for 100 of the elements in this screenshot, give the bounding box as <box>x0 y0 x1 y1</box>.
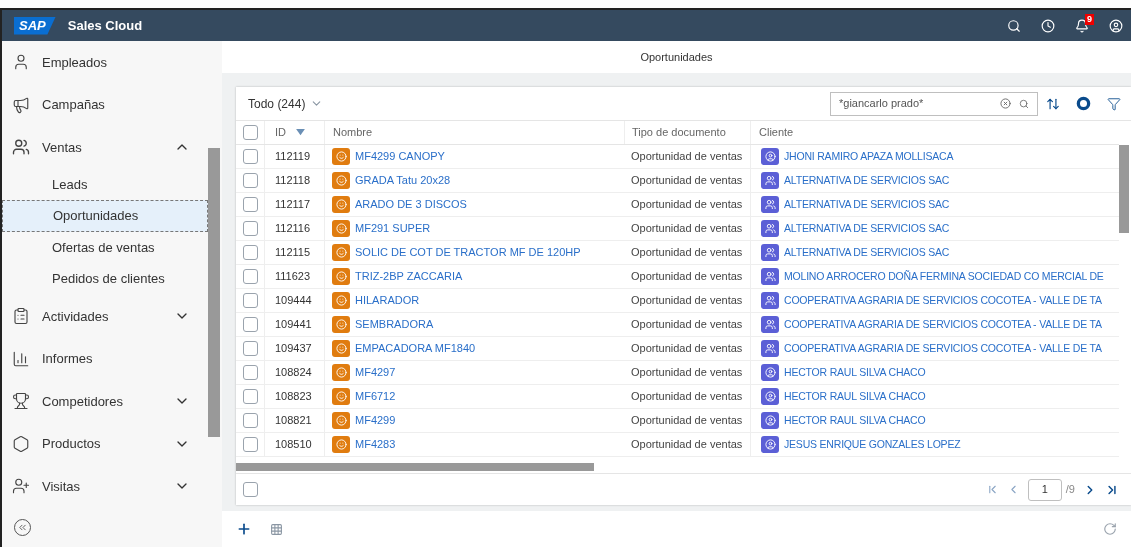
logo: SAP <box>14 16 56 35</box>
link[interactable]: MOLINO ARROCERO DOÑA FERMINA SOCIEDAD CO MERCIAL DE <box>784 268 1104 285</box>
table-row[interactable]: 111623 TRIZ-2BP ZACCARIA Oportunidad de ventas MOLINO ARROCERO DOÑA FERMINA SOCIEDAD CO MERCIAL DE <box>236 265 1119 289</box>
nav-subitem[interactable]: Oportunidades <box>2 200 208 232</box>
nav-item[interactable]: Ventas <box>2 126 208 169</box>
link[interactable]: EMPACADORA MF1840 <box>355 340 476 357</box>
table-row[interactable]: 112119 MF4299 CANOPY Oportunidad de ventas JHONI RAMIRO APAZA MOLLISACA <box>236 145 1119 169</box>
link[interactable]: COOPERATIVA AGRARIA DE SERVICIOS COCOTEA - VALLE DE TA <box>784 316 1102 333</box>
link[interactable]: MF6712 <box>355 388 396 405</box>
opportunity-icon <box>332 436 350 453</box>
link[interactable]: COOPERATIVA AGRARIA DE SERVICIOS COCOTEA - VALLE DE TA <box>784 292 1102 309</box>
checkbox[interactable] <box>242 341 258 356</box>
table-row[interactable]: 108824 MF4297 Oportunidad de ventas HECTOR RAUL SILVA CHACO <box>236 361 1119 385</box>
add-icon[interactable] <box>236 521 252 537</box>
table-row[interactable]: 112118 GRADA Tatu 20x28 Oportunidad de ventas ALTERNATIVA DE SERVICIOS SAC <box>236 169 1119 193</box>
table-row[interactable]: 112117 ARADO DE 3 DISCOS Oportunidad de ventas ALTERNATIVA DE SERVICIOS SAC <box>236 193 1119 217</box>
nav-item[interactable]: Actividades <box>2 295 208 338</box>
view-selector[interactable]: Todo (244) <box>248 94 324 113</box>
horizontal-scrollbar[interactable] <box>236 463 594 471</box>
checkbox[interactable] <box>242 293 258 308</box>
checkbox[interactable] <box>242 197 258 212</box>
filter-icon[interactable] <box>1107 96 1121 111</box>
user-icon[interactable] <box>1109 18 1123 33</box>
link[interactable]: SOLIC DE COT DE TRACTOR MF DE 120HP <box>355 244 581 261</box>
person-icon <box>761 148 779 165</box>
checkbox[interactable] <box>242 413 258 428</box>
nav-item[interactable]: Campañas <box>2 83 208 126</box>
sort-down-icon[interactable] <box>296 129 305 136</box>
nav-subitem[interactable]: Ofertas de ventas <box>2 231 208 264</box>
clipboard-icon <box>12 307 30 326</box>
link[interactable]: MF4299 <box>355 412 396 429</box>
checkbox[interactable] <box>242 173 258 188</box>
link[interactable]: ALTERNATIVA DE SERVICIOS SAC <box>784 220 950 237</box>
link[interactable]: JHONI RAMIRO APAZA MOLLISACA <box>784 148 954 165</box>
table-cell-text: Oportunidad de ventas <box>631 413 743 429</box>
link[interactable]: HILARADOR <box>355 292 420 309</box>
checkbox[interactable] <box>243 482 258 497</box>
checkbox[interactable] <box>242 269 258 284</box>
link[interactable]: JESUS ENRIQUE GONZALES LOPEZ <box>784 436 961 453</box>
link[interactable]: TRIZ-2BP ZACCARIA <box>355 268 463 285</box>
scrollbar[interactable] <box>208 148 220 437</box>
scrollbar[interactable] <box>1119 145 1129 233</box>
checkbox[interactable] <box>242 149 258 164</box>
link[interactable]: GRADA Tatu 20x28 <box>355 172 451 189</box>
table-row[interactable]: 108823 MF6712 Oportunidad de ventas HECTOR RAUL SILVA CHACO <box>236 385 1119 409</box>
column-header[interactable]: Tipo de documento <box>632 124 726 141</box>
search-field[interactable]: *giancarlo prado* <box>830 91 1038 116</box>
link[interactable]: MF4297 <box>355 364 396 381</box>
table-row[interactable]: 112116 MF291 SUPER Oportunidad de ventas ALTERNATIVA DE SERVICIOS SAC <box>236 217 1119 241</box>
search-icon[interactable] <box>1019 98 1029 109</box>
table-row[interactable]: 109444 HILARADOR Oportunidad de ventas COOPERATIVA AGRARIA DE SERVICIOS COCOTEA - VALLE DE TA <box>236 289 1119 313</box>
table-row[interactable]: 112115 SOLIC DE COT DE TRACTOR MF DE 120HP Oportunidad de ventas ALTERNATIVA DE SERVICIOS SAC <box>236 241 1119 265</box>
link[interactable]: MF4283 <box>355 436 396 453</box>
checkbox[interactable] <box>242 221 258 236</box>
column-header[interactable]: Nombre <box>333 124 373 141</box>
link[interactable]: COOPERATIVA AGRARIA DE SERVICIOS COCOTEA - VALLE DE TA <box>784 340 1102 357</box>
trophy-icon <box>12 392 30 411</box>
column-header[interactable]: Cliente <box>759 124 794 141</box>
checkbox[interactable] <box>242 365 258 380</box>
nav-item[interactable]: Competidores <box>2 380 208 423</box>
link[interactable]: HECTOR RAUL SILVA CHACO <box>784 388 926 405</box>
link[interactable]: MF291 SUPER <box>355 220 431 237</box>
table-cell-text: Oportunidad de ventas <box>631 149 743 165</box>
link[interactable]: SEMBRADORA <box>355 316 434 333</box>
table-row[interactable]: 109437 EMPACADORA MF1840 Oportunidad de ventas COOPERATIVA AGRARIA DE SERVICIOS COCOTEA - VALLE DE TA <box>236 337 1119 361</box>
table-cell-text: Oportunidad de ventas <box>631 389 743 405</box>
link[interactable]: ARADO DE 3 DISCOS <box>355 196 467 213</box>
link[interactable]: ALTERNATIVA DE SERVICIOS SAC <box>784 196 950 213</box>
nav-item[interactable]: Visitas <box>2 465 208 508</box>
table-cell-text: 108824 <box>275 365 312 381</box>
refresh-icon[interactable] <box>1103 522 1117 536</box>
link[interactable]: HECTOR RAUL SILVA CHACO <box>784 412 926 429</box>
search-icon[interactable] <box>1007 18 1021 33</box>
clock-icon[interactable] <box>1041 18 1055 33</box>
donut-chart-icon[interactable] <box>1076 96 1091 111</box>
nav-item[interactable]: Informes <box>2 337 208 380</box>
checkbox[interactable] <box>242 125 258 140</box>
page-field[interactable]: 1 <box>1027 478 1062 501</box>
link[interactable]: MF4299 CANOPY <box>355 148 445 165</box>
table-row[interactable]: 108821 MF4299 Oportunidad de ventas HECTOR RAUL SILVA CHACO <box>236 409 1119 433</box>
checkbox[interactable] <box>242 317 258 332</box>
table-cell-text: Oportunidad de ventas <box>631 269 743 285</box>
link[interactable]: ALTERNATIVA DE SERVICIOS SAC <box>784 172 950 189</box>
table-row[interactable]: 109441 SEMBRADORA Oportunidad de ventas COOPERATIVA AGRARIA DE SERVICIOS COCOTEA - VALLE DE TA <box>236 313 1119 337</box>
checkbox[interactable] <box>242 245 258 260</box>
nav-subitem[interactable]: Leads <box>2 168 208 201</box>
clear-icon[interactable] <box>1000 98 1011 109</box>
checkbox[interactable] <box>242 389 258 404</box>
bell-icon[interactable] <box>1075 18 1089 33</box>
link[interactable]: ALTERNATIVA DE SERVICIOS SAC <box>784 244 950 261</box>
checkbox[interactable] <box>242 437 258 452</box>
table-row[interactable]: 108510 MF4283 Oportunidad de ventas JESUS ENRIQUE GONZALES LOPEZ <box>236 433 1119 457</box>
nav-subitem[interactable]: Pedidos de clientes <box>2 263 208 295</box>
table-cell-text: Oportunidad de ventas <box>631 317 743 333</box>
column-header[interactable]: ID <box>275 124 286 141</box>
sort-icon[interactable] <box>1046 96 1060 111</box>
link[interactable]: HECTOR RAUL SILVA CHACO <box>784 364 926 381</box>
grid-icon[interactable] <box>270 522 283 536</box>
nav-item[interactable]: Productos <box>2 422 208 465</box>
nav-item[interactable]: Empleados <box>2 41 208 84</box>
